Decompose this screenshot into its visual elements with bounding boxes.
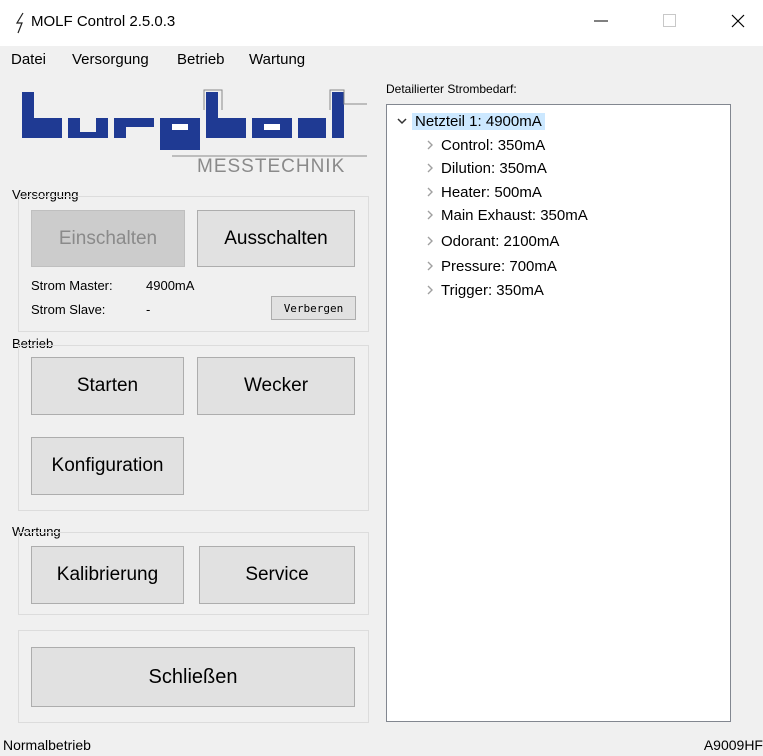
maximize-icon — [663, 13, 677, 33]
chevron-right-icon[interactable] — [423, 261, 437, 271]
tree-item[interactable]: Dilution: 350mA — [423, 158, 547, 178]
logo-subtitle: MESSTECHNIK — [197, 156, 346, 177]
chevron-down-icon[interactable] — [395, 117, 409, 125]
tree-item[interactable]: Odorant: 2100mA — [423, 231, 559, 251]
schliessen-button[interactable]: Schließen — [31, 647, 355, 707]
detail-label: Detailierter Strombedarf: — [386, 82, 517, 96]
maximize-button[interactable] — [647, 0, 693, 46]
menu-betrieb[interactable]: Betrieb — [177, 51, 225, 68]
menu-versorgung[interactable]: Versorgung — [72, 51, 149, 68]
tree-item[interactable]: Pressure: 700mA — [423, 256, 557, 276]
service-button[interactable]: Service — [199, 546, 355, 604]
konfiguration-button[interactable]: Konfiguration — [31, 437, 184, 495]
close-window-button[interactable] — [715, 0, 761, 46]
tree-item-label: Heater: 500mA — [441, 183, 542, 201]
tree-item[interactable]: Trigger: 350mA — [423, 280, 544, 300]
close-icon — [731, 14, 745, 33]
ausschalten-button[interactable]: Ausschalten — [197, 210, 355, 267]
status-bar: Normalbetrieb A9009HF — [0, 728, 763, 756]
starten-button[interactable]: Starten — [31, 357, 184, 415]
tree-item-label: Control: 350mA — [441, 136, 546, 154]
status-device: A9009HF — [703, 737, 763, 753]
title-bar: MOLF Control 2.5.0.3 — [0, 0, 763, 46]
chevron-right-icon[interactable] — [423, 163, 437, 173]
chevron-right-icon[interactable] — [423, 210, 437, 220]
lightning-icon — [14, 12, 28, 34]
tree-item-label: Main Exhaust: 350mA — [441, 206, 588, 224]
wecker-button[interactable]: Wecker — [197, 357, 355, 415]
burghardt-logo: MESSTECHNIK — [22, 80, 367, 190]
menu-wartung[interactable]: Wartung — [249, 51, 305, 68]
strom-master-label: Strom Master: — [31, 278, 113, 293]
chevron-right-icon[interactable] — [423, 187, 437, 197]
tree-item-label: Dilution: 350mA — [441, 159, 547, 177]
tree-item-label: Odorant: 2100mA — [441, 232, 560, 250]
window-title: MOLF Control 2.5.0.3 — [31, 13, 176, 30]
tree-item[interactable]: Main Exhaust: 350mA — [423, 205, 588, 225]
kalibrierung-button[interactable]: Kalibrierung — [31, 546, 184, 604]
menu-bar: Datei Versorgung Betrieb Wartung — [0, 46, 763, 74]
strom-master-value: 4900mA — [146, 278, 195, 293]
current-tree[interactable]: Netzteil 1: 4900mA Control: 350mA Diluti… — [386, 104, 731, 722]
menu-datei[interactable]: Datei — [11, 51, 46, 68]
minimize-button[interactable] — [578, 0, 624, 46]
chevron-right-icon[interactable] — [423, 236, 437, 246]
tree-item-label: Trigger: 350mA — [441, 281, 544, 299]
chevron-right-icon[interactable] — [423, 285, 437, 295]
status-mode: Normalbetrieb — [3, 737, 91, 753]
tree-root[interactable]: Netzteil 1: 4900mA — [395, 111, 545, 131]
strom-slave-label: Strom Slave: — [31, 302, 106, 317]
minimize-icon — [594, 14, 608, 33]
tree-item[interactable]: Heater: 500mA — [423, 182, 542, 202]
chevron-right-icon[interactable] — [423, 140, 437, 150]
einschalten-button[interactable]: Einschalten — [31, 210, 185, 267]
tree-item[interactable]: Control: 350mA — [423, 135, 545, 155]
strom-slave-value: - — [146, 302, 151, 317]
tree-item-label: Pressure: 700mA — [441, 257, 557, 275]
verbergen-button[interactable]: Verbergen — [271, 296, 356, 320]
tree-root-label: Netzteil 1: 4900mA — [412, 112, 545, 130]
